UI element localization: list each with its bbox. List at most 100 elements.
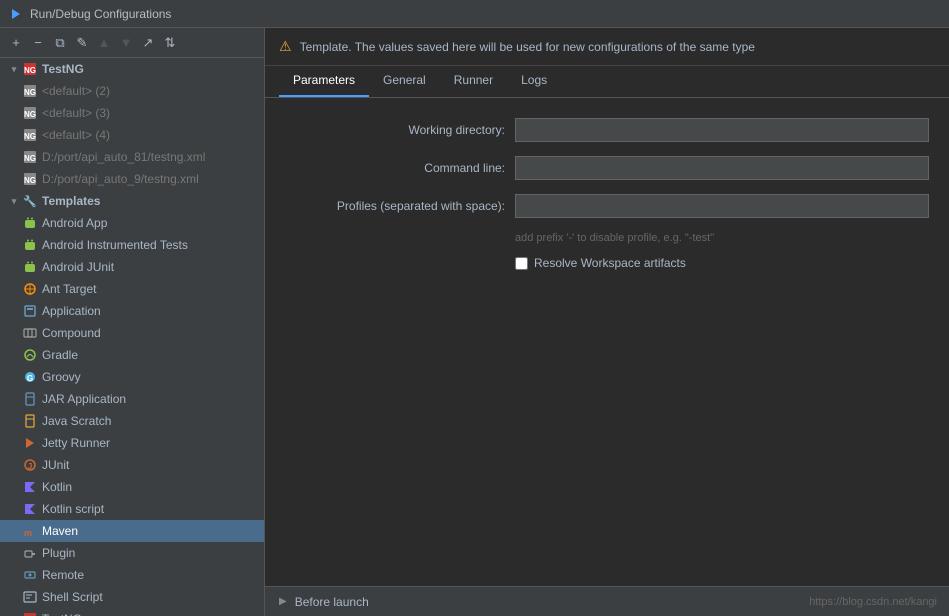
testng-group-label: TestNG: [42, 62, 84, 76]
svg-text:NG: NG: [24, 176, 36, 185]
shell-script-label: Shell Script: [42, 590, 103, 604]
default4-label: <default> (4): [42, 128, 110, 142]
maven-item[interactable]: m Maven: [0, 520, 264, 542]
profiles-row: Profiles (separated with space):: [285, 194, 929, 218]
edit-button[interactable]: ✎: [72, 33, 92, 53]
testng-icon3: NG: [22, 127, 38, 143]
gradle-label: Gradle: [42, 348, 78, 362]
svg-text:NG: NG: [24, 154, 36, 163]
list-item[interactable]: Plugin: [0, 542, 264, 564]
list-item[interactable]: NG D:/port/api_auto_9/testng.xml: [0, 168, 264, 190]
list-item[interactable]: Gradle: [0, 344, 264, 366]
svg-text:m: m: [24, 528, 32, 538]
list-item[interactable]: Android JUnit: [0, 256, 264, 278]
svg-text:NG: NG: [24, 110, 36, 119]
list-item[interactable]: JAR Application: [0, 388, 264, 410]
copy-button[interactable]: ⧉: [50, 33, 70, 53]
resolve-workspace-row: Resolve Workspace artifacts: [515, 256, 929, 270]
path1-label: D:/port/api_auto_81/testng.xml: [42, 150, 205, 164]
list-item[interactable]: Kotlin: [0, 476, 264, 498]
templates-icon: 🔧: [22, 193, 38, 209]
resolve-workspace-label: Resolve Workspace artifacts: [534, 256, 686, 270]
testng-icon4: NG: [22, 149, 38, 165]
compound-label: Compound: [42, 326, 101, 340]
testng-icon: NG: [22, 83, 38, 99]
application-label: Application: [42, 304, 101, 318]
testng-chevron: ▾: [8, 63, 20, 75]
tab-logs[interactable]: Logs: [507, 65, 561, 97]
list-item[interactable]: G Groovy: [0, 366, 264, 388]
android-junit-icon: [22, 259, 38, 275]
remove-button[interactable]: −: [28, 33, 48, 53]
list-item[interactable]: Compound: [0, 322, 264, 344]
jetty-runner-icon: [22, 435, 38, 451]
templates-group-label: Templates: [42, 194, 100, 208]
list-item[interactable]: NG <default> (3): [0, 102, 264, 124]
down-button[interactable]: ▼: [116, 33, 136, 53]
kotlin-label: Kotlin: [42, 480, 72, 494]
list-item[interactable]: J JUnit: [0, 454, 264, 476]
resolve-workspace-checkbox[interactable]: [515, 257, 528, 270]
warning-bar: ⚠ Template. The values saved here will b…: [265, 28, 949, 66]
list-item[interactable]: Java Scratch: [0, 410, 264, 432]
command-line-input[interactable]: [515, 156, 929, 180]
junit-icon: J: [22, 457, 38, 473]
remote-icon: [22, 567, 38, 583]
gradle-icon: [22, 347, 38, 363]
application-icon: [22, 303, 38, 319]
list-item[interactable]: Shell Script: [0, 586, 264, 608]
list-item[interactable]: Ant Target: [0, 278, 264, 300]
jetty-runner-label: Jetty Runner: [42, 436, 110, 450]
maven-icon: m: [22, 523, 38, 539]
tab-runner[interactable]: Runner: [440, 65, 507, 97]
command-line-label: Command line:: [285, 161, 505, 175]
list-item[interactable]: Android Instrumented Tests: [0, 234, 264, 256]
move-to-group-button[interactable]: ↗: [138, 33, 158, 53]
title-bar-title: Run/Debug Configurations: [30, 7, 171, 21]
profiles-label: Profiles (separated with space):: [285, 199, 505, 213]
content-area: Working directory: Command line: Profile…: [265, 98, 949, 586]
list-item[interactable]: Android App: [0, 212, 264, 234]
main-layout: + − ⧉ ✎ ▲ ▼ ↗ ⇅: [0, 28, 949, 616]
android-instrumented-label: Android Instrumented Tests: [42, 238, 188, 252]
jar-application-label: JAR Application: [42, 392, 126, 406]
list-item[interactable]: Remote: [0, 564, 264, 586]
list-item[interactable]: Application: [0, 300, 264, 322]
list-item[interactable]: NG D:/port/api_auto_81/testng.xml: [0, 146, 264, 168]
right-panel: ⚠ Template. The values saved here will b…: [265, 28, 949, 616]
testng-icon2: NG: [22, 105, 38, 121]
shell-script-icon: [22, 589, 38, 605]
sort-button[interactable]: ⇅: [160, 33, 180, 53]
svg-text:NG: NG: [24, 88, 36, 97]
up-button[interactable]: ▲: [94, 33, 114, 53]
svg-text:J: J: [28, 462, 32, 471]
path2-label: D:/port/api_auto_9/testng.xml: [42, 172, 199, 186]
list-item[interactable]: NG <default> (4): [0, 124, 264, 146]
testng-icon5: NG: [22, 171, 38, 187]
tab-general[interactable]: General: [369, 65, 440, 97]
tree-toolbar: + − ⧉ ✎ ▲ ▼ ↗ ⇅: [0, 28, 264, 58]
templates-group[interactable]: ▾ 🔧 Templates: [0, 190, 264, 212]
add-button[interactable]: +: [6, 33, 26, 53]
list-item[interactable]: NG TestNG: [0, 608, 264, 616]
testng-group[interactable]: ▾ NG TestNG: [0, 58, 264, 80]
warning-icon: ⚠: [279, 38, 292, 55]
groovy-label: Groovy: [42, 370, 81, 384]
profiles-input[interactable]: [515, 194, 929, 218]
working-dir-input[interactable]: [515, 118, 929, 142]
android-junit-label: Android JUnit: [42, 260, 114, 274]
command-line-row: Command line:: [285, 156, 929, 180]
footer-before-launch: Before launch: [295, 595, 369, 609]
groovy-icon: G: [22, 369, 38, 385]
ant-target-label: Ant Target: [42, 282, 96, 296]
remote-label: Remote: [42, 568, 84, 582]
configuration-tree[interactable]: ▾ NG TestNG NG <default> (2): [0, 58, 264, 616]
list-item[interactable]: Jetty Runner: [0, 432, 264, 454]
tab-parameters[interactable]: Parameters: [279, 65, 369, 97]
compound-icon: [22, 325, 38, 341]
list-item[interactable]: Kotlin script: [0, 498, 264, 520]
jar-icon: [22, 391, 38, 407]
testng-template-icon: NG: [22, 611, 38, 616]
list-item[interactable]: NG <default> (2): [0, 80, 264, 102]
svg-text:NG: NG: [24, 66, 36, 75]
